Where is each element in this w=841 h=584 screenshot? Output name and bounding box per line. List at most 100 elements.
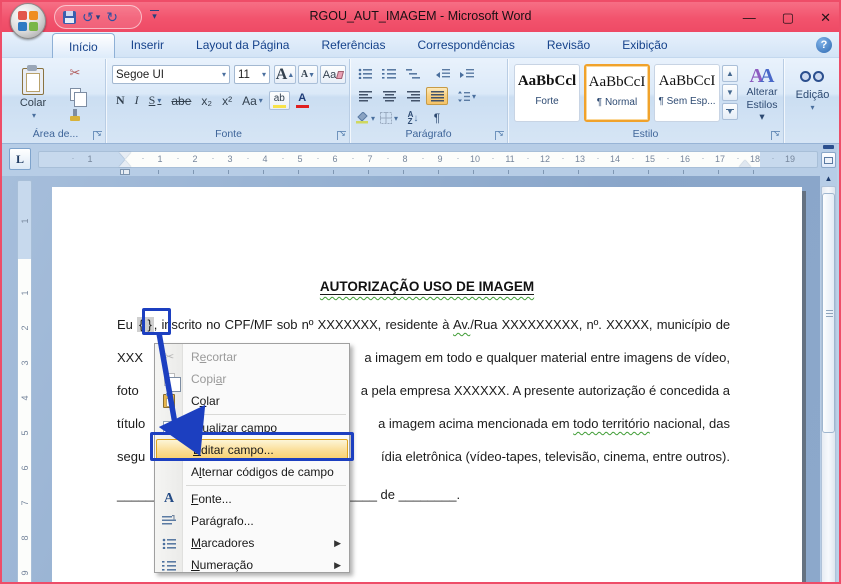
right-indent-marker[interactable] xyxy=(739,160,751,167)
menu-item-marcadores[interactable]: Marcadores ▶ xyxy=(155,532,349,554)
tab-correspondencias[interactable]: Correspondências xyxy=(401,32,530,58)
ruler-toggle-icon xyxy=(824,157,833,164)
tab-stop-selector[interactable]: L xyxy=(9,148,31,170)
tab-inicio[interactable]: Início xyxy=(52,33,115,59)
paste-button[interactable]: Colar ▾ xyxy=(12,63,54,125)
align-center-button[interactable] xyxy=(378,87,400,105)
clipboard-dialog-launcher-icon[interactable] xyxy=(93,131,102,140)
tab-revisao[interactable]: Revisão xyxy=(531,32,606,58)
font-name-combo[interactable]: Segoe UI▾ xyxy=(112,65,230,84)
style-forte[interactable]: AaBbCcl Forte xyxy=(514,64,580,122)
tab-exibicao[interactable]: Exibição xyxy=(606,32,683,58)
scrollbar-track[interactable] xyxy=(821,186,836,584)
thumb-grip-icon xyxy=(826,310,833,311)
cut-button[interactable]: ✂ xyxy=(62,64,88,82)
help-icon[interactable]: ? xyxy=(816,37,832,53)
group-font: Segoe UI▾ 11▾ A▲ A▼ Aa N I S▾ abe x₂ x² … xyxy=(108,59,350,143)
change-case-button[interactable]: Aa▾ xyxy=(238,91,267,110)
bullets-button[interactable] xyxy=(354,64,376,82)
menu-item-numeracao[interactable]: Numeração ▶ xyxy=(155,554,349,576)
menu-item-alternar-codigos[interactable]: Alternar códigos de campo xyxy=(155,461,349,483)
chevron-down-icon: ▾ xyxy=(259,96,263,105)
copy-icon xyxy=(70,88,81,101)
scrollbar-thumb[interactable] xyxy=(822,193,835,433)
minimize-button[interactable]: — xyxy=(743,11,756,24)
chevron-down-icon: ▾ xyxy=(394,114,398,123)
justify-button[interactable] xyxy=(426,87,448,105)
vertical-scrollbar: ▲ xyxy=(820,144,837,584)
document-title: AUTORIZAÇÃO USO DE IMAGEM xyxy=(52,279,802,294)
change-styles-button[interactable]: AA Alterar Estilos ▾ xyxy=(742,63,782,127)
paste-icon xyxy=(22,68,44,95)
chevron-down-icon: ▾ xyxy=(157,96,161,105)
paragraph-dialog-launcher-icon[interactable] xyxy=(495,131,504,140)
shading-button[interactable]: ▾ xyxy=(354,109,376,127)
grow-font-button[interactable]: A▲ xyxy=(274,65,296,84)
superscript-button[interactable]: x² xyxy=(218,91,236,110)
menu-item-paragrafo[interactable]: ¶ Parágrafo... xyxy=(155,510,349,532)
decrease-indent-button[interactable] xyxy=(432,64,454,82)
copy-button[interactable] xyxy=(62,85,88,103)
menu-item-fonte[interactable]: A Fonte... xyxy=(155,488,349,510)
close-button[interactable]: ✕ xyxy=(820,11,831,24)
italic-button[interactable]: I xyxy=(131,91,143,110)
underline-button[interactable]: S▾ xyxy=(145,91,166,110)
align-right-button[interactable] xyxy=(402,87,424,105)
chevron-down-icon: ▾ xyxy=(222,70,226,79)
numbering-button[interactable] xyxy=(378,64,400,82)
scroll-up-icon[interactable]: ▲ xyxy=(821,172,836,185)
increase-indent-button[interactable] xyxy=(456,64,478,82)
office-button[interactable] xyxy=(10,3,46,39)
styles-dialog-launcher-icon[interactable] xyxy=(771,131,780,140)
chevron-down-icon: ▾ xyxy=(371,114,375,123)
clipboard-group-label: Área de... xyxy=(6,128,105,142)
change-styles-icon: AA xyxy=(750,66,775,86)
tab-inserir[interactable]: Inserir xyxy=(115,32,180,58)
editing-group-label: Edição xyxy=(786,89,839,101)
customize-qat-icon[interactable]: ▾ xyxy=(150,10,159,21)
highlight-color-button[interactable]: ab xyxy=(269,91,290,110)
word-window: RGOU_AUT_IMAGEM - Microsoft Word — ▢ ✕ ↺… xyxy=(0,0,841,584)
scissors-icon: ✂ xyxy=(70,65,81,81)
font-color-button[interactable]: A xyxy=(292,91,313,110)
maximize-button[interactable]: ▢ xyxy=(782,11,794,24)
group-editing[interactable]: Edição ▾ xyxy=(786,59,839,143)
font-size-combo[interactable]: 11▾ xyxy=(234,65,270,84)
font-icon: A xyxy=(160,491,178,507)
office-logo-icon xyxy=(18,11,38,31)
font-dialog-launcher-icon[interactable] xyxy=(337,131,346,140)
save-icon[interactable] xyxy=(63,11,76,24)
align-left-button[interactable] xyxy=(354,87,376,105)
split-window-handle[interactable] xyxy=(823,145,834,149)
sort-button[interactable]: AZ↓ xyxy=(402,109,424,127)
style-normal[interactable]: AaBbCcI ¶ Normal xyxy=(584,64,650,122)
style-sem-espacamento[interactable]: AaBbCcI ¶ Sem Esp... xyxy=(654,64,720,122)
shrink-font-button[interactable]: A▼ xyxy=(298,65,318,84)
tab-referencias[interactable]: Referências xyxy=(305,32,401,58)
paragraph-icon: ¶ xyxy=(160,513,178,529)
group-paragraph: ▾ ▾ ▾ AZ↓ ¶ Parágrafo xyxy=(350,59,508,143)
vertical-ruler[interactable]: 1123456789 xyxy=(17,180,32,584)
paragraph-group-label: Parágrafo xyxy=(350,128,507,142)
view-ruler-toggle[interactable] xyxy=(821,152,836,168)
undo-caret-icon[interactable]: ▾ xyxy=(96,12,101,23)
hanging-indent-marker[interactable] xyxy=(119,160,131,167)
undo-icon[interactable]: ↺ xyxy=(82,10,94,24)
tab-layout-da-pagina[interactable]: Layout da Página xyxy=(180,32,305,58)
subscript-button[interactable]: x₂ xyxy=(197,91,216,110)
horizontal-ruler[interactable]: 1·1·2·3·4·5·6·7·8·9·10·11·12·13·14·15·16… xyxy=(38,151,818,168)
styles-scroll-down-icon[interactable]: ▼ xyxy=(722,84,738,101)
line-spacing-button[interactable]: ▾ xyxy=(454,87,480,105)
show-paragraph-marks-button[interactable]: ¶ xyxy=(426,109,448,127)
clear-formatting-button[interactable]: Aa xyxy=(320,65,346,84)
styles-scroll-up-icon[interactable]: ▲ xyxy=(722,65,738,82)
redo-icon[interactable]: ↻ xyxy=(106,10,118,24)
paste-caret-icon: ▾ xyxy=(32,111,36,120)
multilevel-list-button[interactable] xyxy=(402,64,424,82)
bold-button[interactable]: N xyxy=(112,91,129,110)
styles-more-icon[interactable]: ▼ xyxy=(722,103,738,120)
first-line-indent-marker[interactable] xyxy=(119,152,131,159)
borders-button[interactable]: ▾ xyxy=(378,109,400,127)
format-painter-button[interactable] xyxy=(62,106,88,124)
strikethrough-button[interactable]: abe xyxy=(167,91,195,110)
